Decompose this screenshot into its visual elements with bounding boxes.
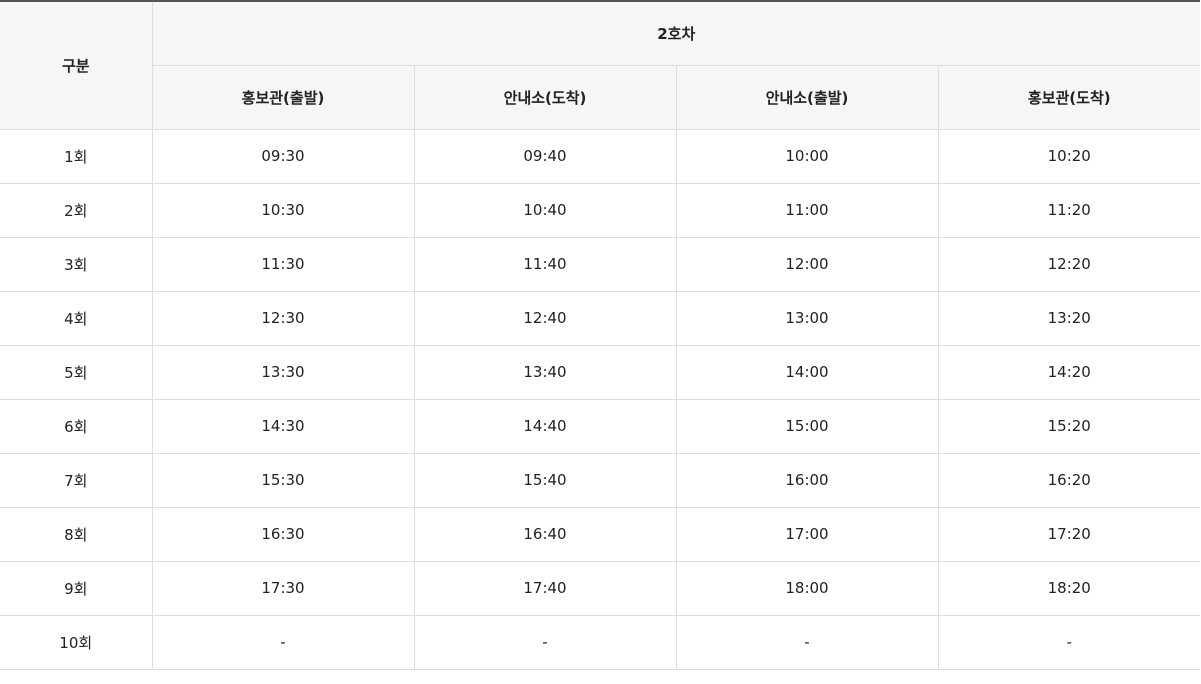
table-row: 6회 14:30 14:40 15:00 15:20 [0,398,1200,454]
time-cell: - [151,614,415,670]
table-row: 7회 15:30 15:40 16:00 16:20 [0,452,1200,508]
column-header: 홍보관(도착) [937,64,1200,130]
time-cell: 11:00 [675,182,939,238]
shuttle-timetable: 구분 2호차 홍보관(출발) 안내소(도착) 안내소(출발) 홍보관(도착) 1… [0,0,1200,670]
row-label: 2회 [0,182,153,238]
time-cell: 12:20 [937,236,1200,292]
time-cell: 15:40 [413,452,677,508]
timetable-body: 1회 09:30 09:40 10:00 10:20 2회 10:30 10:4… [0,128,1200,670]
time-cell: 16:30 [151,506,415,562]
time-cell: 10:40 [413,182,677,238]
time-cell: 14:00 [675,344,939,400]
table-row: 3회 11:30 11:40 12:00 12:20 [0,236,1200,292]
time-cell: 09:40 [413,128,677,184]
time-cell: 18:20 [937,560,1200,616]
table-row: 2회 10:30 10:40 11:00 11:20 [0,182,1200,238]
time-cell: 17:00 [675,506,939,562]
column-header: 안내소(도착) [413,64,677,130]
time-cell: 15:20 [937,398,1200,454]
row-label: 5회 [0,344,153,400]
table-row: 10회 - - - - [0,614,1200,670]
column-header: 홍보관(출발) [152,64,415,130]
time-cell: 12:00 [675,236,939,292]
row-label: 7회 [0,452,153,508]
corner-header: 구분 [0,0,153,130]
time-cell: 15:00 [675,398,939,454]
time-cell: 09:30 [151,128,415,184]
time-cell: 11:30 [151,236,415,292]
column-header: 안내소(출발) [675,64,939,130]
time-cell: 13:00 [675,290,939,346]
time-cell: - [413,614,677,670]
time-cell: 16:40 [413,506,677,562]
time-cell: 18:00 [675,560,939,616]
group-header: 2호차 [151,0,1200,66]
table-row: 1회 09:30 09:40 10:00 10:20 [0,128,1200,184]
time-cell: 15:30 [151,452,415,508]
time-cell: 17:20 [937,506,1200,562]
time-cell: 13:40 [413,344,677,400]
row-label: 4회 [0,290,153,346]
time-cell: 13:20 [937,290,1200,346]
row-label: 9회 [0,560,153,616]
time-cell: 12:40 [413,290,677,346]
time-cell: 14:20 [937,344,1200,400]
time-cell: 17:30 [151,560,415,616]
time-cell: 17:40 [413,560,677,616]
time-cell: 16:20 [937,452,1200,508]
time-cell: 16:00 [675,452,939,508]
timetable-header: 구분 2호차 홍보관(출발) 안내소(도착) 안내소(출발) 홍보관(도착) [0,0,1200,130]
header-row-group: 구분 2호차 [0,0,1200,130]
row-label: 10회 [0,614,153,670]
time-cell: 13:30 [151,344,415,400]
row-label: 1회 [0,128,153,184]
time-cell: 10:30 [151,182,415,238]
time-cell: 14:30 [151,398,415,454]
table-row: 5회 13:30 13:40 14:00 14:20 [0,344,1200,400]
row-label: 3회 [0,236,153,292]
table-row: 4회 12:30 12:40 13:00 13:20 [0,290,1200,346]
row-label: 8회 [0,506,153,562]
time-cell: 11:40 [413,236,677,292]
header-row-columns: 홍보관(출발) 안내소(도착) 안내소(출발) 홍보관(도착) [0,64,1200,130]
time-cell: - [937,614,1200,670]
time-cell: 10:00 [675,128,939,184]
table-row: 8회 16:30 16:40 17:00 17:20 [0,506,1200,562]
time-cell: - [675,614,939,670]
time-cell: 10:20 [937,128,1200,184]
row-label: 6회 [0,398,153,454]
table-row: 9회 17:30 17:40 18:00 18:20 [0,560,1200,616]
time-cell: 11:20 [937,182,1200,238]
time-cell: 12:30 [151,290,415,346]
time-cell: 14:40 [413,398,677,454]
